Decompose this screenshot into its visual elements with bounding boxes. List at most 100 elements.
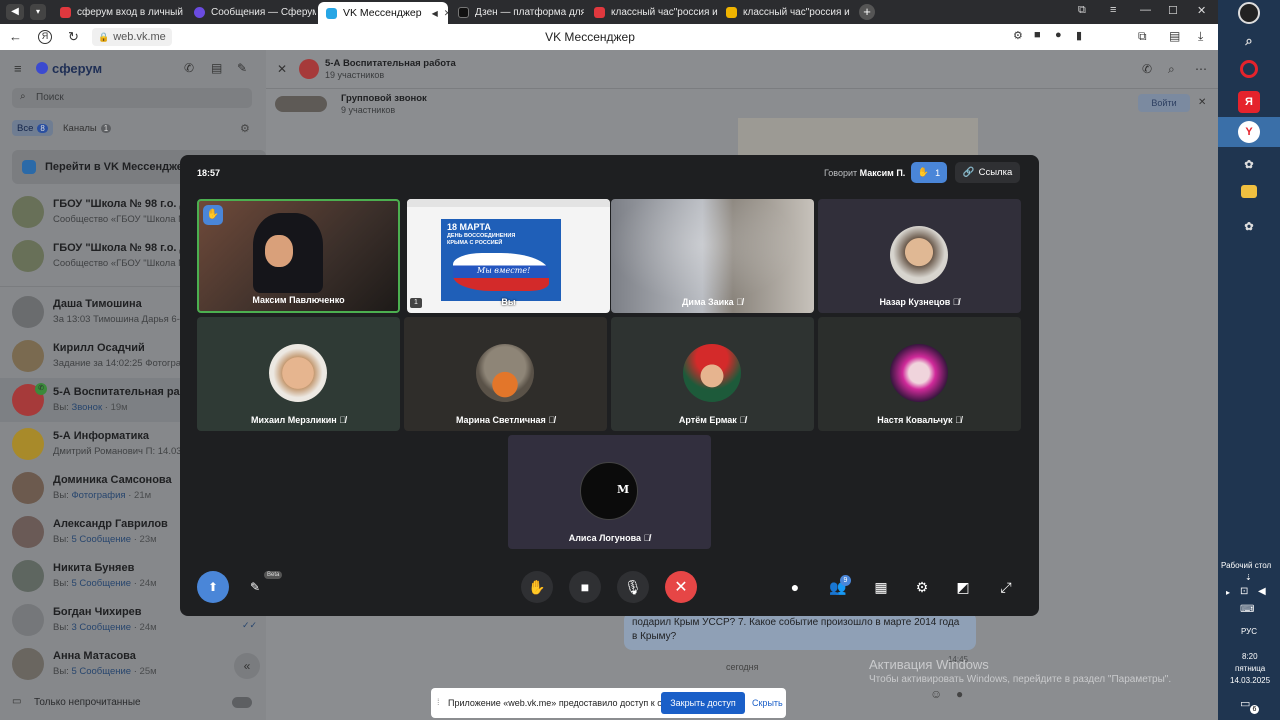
search-icon[interactable]: ⌕ — [1238, 30, 1260, 52]
close-chat-icon[interactable]: ✕ — [277, 62, 287, 76]
filter-all-count: 8 — [37, 123, 48, 133]
tab-vk-messenger[interactable]: VK Мессенджер ◀ ✕ — [318, 2, 448, 24]
bookmarks-menu-icon[interactable]: ≡ — [1110, 4, 1116, 16]
chat-preview: За 13:03 Тимошина Дарья 6- — [53, 314, 180, 325]
tabs-menu-chevron-icon[interactable]: ▾ — [30, 4, 46, 20]
chat-list-item[interactable]: Анна Матасова Вы: 5 Сообщение · 25м — [0, 642, 266, 686]
language-indicator[interactable]: РУС — [1241, 627, 1257, 636]
drag-handle-icon[interactable]: ⁞ — [437, 697, 440, 707]
opera-icon[interactable] — [1240, 60, 1258, 78]
participant-tile[interactable]: Назар Кузнецов 🎙̸ — [818, 199, 1021, 313]
yandex-browser-icon[interactable]: Y — [1238, 121, 1260, 143]
desktop-label[interactable]: Рабочий стол — [1221, 561, 1271, 570]
tab-dzen[interactable]: Дзен — платформа для п — [450, 2, 584, 22]
raised-hands-button[interactable]: ✋ 1 — [911, 162, 947, 183]
yandex-icon[interactable]: Я — [1238, 91, 1260, 113]
windows-activation-watermark: Активация Windows Чтобы активировать Win… — [869, 657, 1171, 685]
participant-video-blur — [611, 199, 814, 313]
tab-favicon-icon — [726, 6, 737, 18]
microphone-button[interactable]: 🎙 — [617, 571, 649, 603]
chat-preview: Дмитрий Романович П: 14.03 — [53, 446, 182, 457]
search-input[interactable]: ⌕ Поиск — [12, 88, 252, 108]
participant-tile[interactable]: M Алиса Логунова 🎙̸ — [508, 435, 711, 549]
collections-icon[interactable]: ⧉ — [1138, 29, 1147, 44]
participant-tile[interactable]: 18 МАРТА ДЕНЬ ВОССОЕДИНЕНИЯ КРЫМА С РОСС… — [407, 199, 610, 313]
emoji-icon[interactable]: ☺ — [930, 687, 942, 701]
effects-button[interactable]: ✎ — [244, 576, 266, 598]
avatar — [12, 240, 44, 272]
more-icon[interactable]: ⋯ — [1195, 62, 1207, 76]
minimize-call-icon[interactable]: ◩ — [952, 576, 974, 598]
messenger-app-icon[interactable]: ✿ — [1238, 153, 1260, 175]
chevron-down-icon[interactable]: ⇣ — [1245, 573, 1252, 582]
chat-time: 24м — [139, 622, 157, 633]
hide-button[interactable]: Скрыть — [752, 698, 783, 708]
unread-only-toggle-row[interactable]: ▭ Только непрочитанные — [12, 695, 266, 713]
layout-icon[interactable]: ▦ — [870, 576, 892, 598]
participant-tile[interactable]: ✋ Максим Павлюченко — [197, 199, 400, 313]
downloads-icon[interactable]: ⤓ — [1198, 29, 1203, 44]
collapse-sidebar-button[interactable]: « — [234, 653, 260, 679]
join-call-button[interactable]: Войти — [1138, 94, 1190, 112]
chat-preview: Вы: Звонок · 19м — [53, 402, 128, 413]
avatar — [12, 516, 44, 548]
tab-class-hour-2[interactable]: классный час"россия и к — [718, 2, 852, 22]
raised-hands-count: 1 — [935, 167, 941, 178]
screen-share-button[interactable]: ⬆ — [197, 571, 229, 603]
bookmark-icon[interactable]: ▮ — [1076, 29, 1082, 42]
participant-tile[interactable]: Михаил Мерзликин 🎙̸ — [197, 317, 400, 431]
participant-tile[interactable]: Настя Ковальчук 🎙̸ — [818, 317, 1021, 431]
tab-favicon-icon — [194, 6, 205, 18]
tab-sferum-messages[interactable]: Сообщения — Сферум ✕ — [186, 2, 316, 22]
folder-icon[interactable] — [1241, 185, 1257, 198]
settings-icon[interactable]: ⚙ — [911, 576, 933, 598]
app-icon[interactable]: ✿ — [1238, 215, 1260, 237]
raise-hand-button[interactable]: ✋ — [521, 571, 553, 603]
participant-tile[interactable]: Артём Ермак 🎙̸ — [611, 317, 814, 431]
avatar — [12, 648, 44, 680]
archive-icon[interactable]: ▤ — [211, 61, 222, 75]
filter-channels-tab[interactable]: Каналы 1 — [63, 120, 112, 136]
close-banner-icon[interactable]: ✕ — [1198, 97, 1206, 108]
camera-button[interactable]: ■ — [569, 571, 601, 603]
participant-tile[interactable]: Дима Заика 🎙̸ — [611, 199, 814, 313]
search-icon[interactable]: ⌕ — [1168, 62, 1175, 77]
close-access-button[interactable]: Закрыть доступ — [661, 692, 745, 714]
participant-tile[interactable]: Марина Светличная 🎙̸ — [404, 317, 607, 431]
passwords-icon[interactable]: ▤ — [1169, 29, 1180, 43]
tab-class-hour-1[interactable]: классный час"россия и к — [586, 2, 718, 22]
microphone-icon[interactable]: ● — [1055, 29, 1062, 41]
compose-icon[interactable]: ✎ — [237, 61, 247, 75]
fullscreen-icon[interactable]: ⤢ — [995, 576, 1017, 598]
call-icon[interactable]: ✆ — [1142, 62, 1152, 76]
call-icon[interactable]: ✆ — [184, 61, 194, 75]
chat-title[interactable]: 5-А Воспитательная работа — [325, 58, 456, 69]
tab-close-icon[interactable]: ✕ — [444, 8, 448, 19]
close-window-icon[interactable]: ✕ — [1197, 4, 1206, 17]
tab-overview-icon[interactable]: ⧉ — [1078, 4, 1086, 17]
settings-icon[interactable]: ⚙ — [240, 122, 250, 135]
keyboard-icon[interactable]: ⌨ — [1240, 604, 1254, 615]
invite-link-button[interactable]: 🔗 Ссылка — [955, 162, 1020, 183]
minimize-icon[interactable]: — — [1140, 4, 1151, 16]
chat-preview: Вы: 5 Сообщение · 24м — [53, 578, 157, 589]
alice-icon[interactable] — [1238, 2, 1260, 24]
site-settings-icon[interactable]: ⚙ — [1013, 29, 1023, 42]
maximize-icon[interactable]: ☐ — [1168, 4, 1178, 17]
tab-sferum-login[interactable]: сферум вход в личный ка — [52, 2, 184, 22]
network-icon[interactable]: ⊡ — [1240, 586, 1248, 597]
camera-icon[interactable]: ■ — [1034, 29, 1041, 41]
clock-time[interactable]: 8:20 — [1242, 652, 1258, 661]
volume-icon[interactable]: ◀ — [1258, 586, 1266, 597]
shared-image-thumbnail[interactable] — [738, 118, 978, 156]
chat-icon[interactable]: ● — [784, 576, 806, 598]
sound-icon[interactable]: ◀ — [6, 4, 24, 20]
new-tab-button[interactable]: + — [859, 4, 875, 20]
voice-message-icon[interactable]: ● — [956, 687, 963, 701]
menu-icon[interactable]: ≡ — [14, 61, 22, 76]
chat-avatar — [299, 59, 319, 79]
end-call-button[interactable]: ✕ — [665, 571, 697, 603]
filter-all-tab[interactable]: Все 8 — [12, 120, 53, 136]
tray-expand-icon[interactable]: ▸ — [1226, 588, 1230, 597]
toggle-switch[interactable] — [232, 697, 252, 708]
